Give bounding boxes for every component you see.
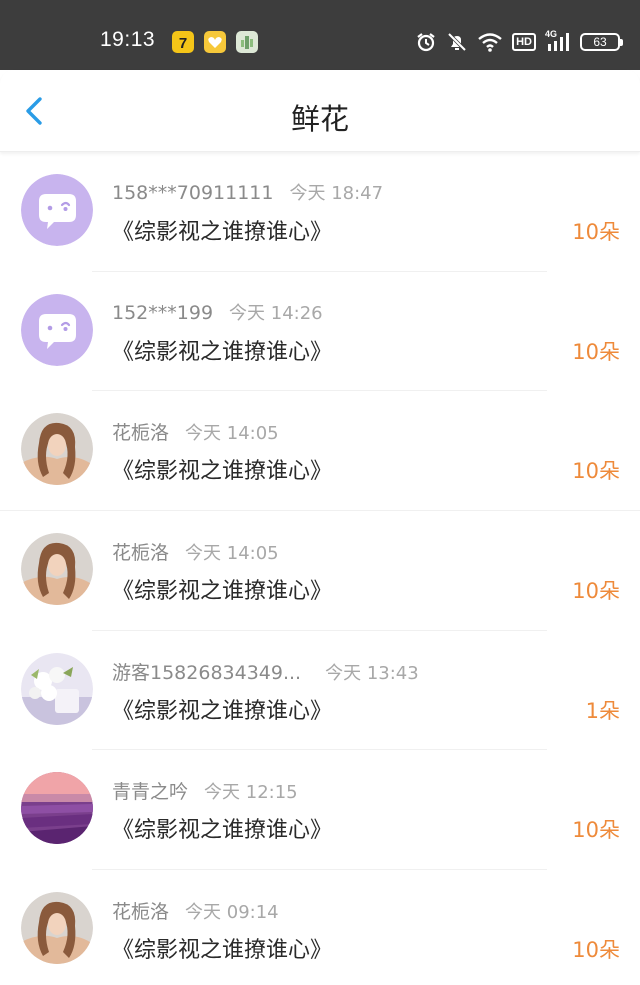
avatar	[21, 174, 93, 246]
app-heart-icon	[204, 31, 226, 53]
list-item[interactable]: 158***70911111 今天 18:47 《综影视之谁撩谁心》 10朵	[0, 152, 640, 272]
list-item[interactable]: 152***199 今天 14:26 《综影视之谁撩谁心》 10朵	[0, 272, 640, 392]
signal-icon: 4G	[545, 29, 571, 53]
book-title: 《综影视之谁撩谁心》	[112, 818, 333, 844]
list-item[interactable]: 青青之吟 今天 12:15 《综影视之谁撩谁心》 10朵	[0, 750, 640, 871]
avatar	[21, 772, 93, 845]
book-title: 《综影视之谁撩谁心》	[112, 339, 333, 365]
user-name: 158***70911111	[112, 182, 274, 204]
book-title: 《综影视之谁撩谁心》	[112, 579, 333, 605]
avatar	[21, 293, 93, 366]
item-meta: 花栀洛 今天 14:05	[112, 418, 279, 445]
flower-amount: 10朵	[572, 818, 620, 843]
item-time: 今天 14:05	[185, 543, 279, 565]
item-meta: 花栀洛 今天 09:14	[112, 897, 279, 924]
default-avatar-icon	[21, 174, 93, 246]
item-time: 今天 14:05	[185, 423, 279, 445]
user-photo-avatar	[21, 413, 93, 486]
list-item[interactable]: 花栀洛 今天 14:05 《综影视之谁撩谁心》 10朵	[0, 391, 640, 512]
item-meta: 游客15826834349... 今天 13:43	[112, 658, 419, 685]
status-time: 19:13	[100, 28, 156, 51]
user-photo-avatar	[21, 892, 93, 965]
avatar	[21, 533, 93, 606]
user-name: 花栀洛	[112, 901, 170, 924]
list-item[interactable]: 花栀洛 今天 09:14 《综影视之谁撩谁心》 10朵	[0, 870, 640, 985]
item-time: 今天 14:26	[229, 302, 323, 324]
flower-amount: 10朵	[572, 220, 620, 244]
list-item[interactable]: 花栀洛 今天 14:05 《综影视之谁撩谁心》 10朵	[0, 511, 640, 631]
default-avatar-icon	[21, 293, 93, 366]
flower-amount: 1朵	[585, 698, 620, 723]
book-title: 《综影视之谁撩谁心》	[112, 220, 333, 245]
battery-icon: 63	[580, 33, 623, 51]
item-meta: 158***70911111 今天 18:47	[112, 179, 383, 205]
flower-amount: 10朵	[572, 579, 620, 604]
avatar	[21, 413, 93, 486]
item-time: 今天 18:47	[289, 183, 384, 204]
header-bar: 鲜花	[0, 70, 640, 152]
app-7-icon: 7	[172, 31, 194, 53]
app-plant-icon	[236, 31, 258, 53]
flower-amount: 10朵	[572, 339, 620, 364]
book-title: 《综影视之谁撩谁心》	[112, 459, 333, 485]
alarm-icon	[417, 33, 435, 52]
user-name: 152***199	[112, 301, 214, 324]
avatar	[21, 652, 93, 725]
user-photo-avatar	[21, 533, 93, 606]
avatar	[21, 892, 93, 965]
mute-bell-icon	[447, 32, 467, 52]
book-title: 《综影视之谁撩谁心》	[112, 698, 333, 724]
flower-amount: 10朵	[572, 938, 620, 963]
lavender-photo-avatar	[21, 772, 93, 845]
list-item[interactable]: 游客15826834349... 今天 13:43 《综影视之谁撩谁心》 1朵	[0, 631, 640, 751]
user-name: 青青之吟	[112, 781, 189, 804]
item-time: 今天 09:14	[185, 902, 279, 924]
item-meta: 152***199 今天 14:26	[112, 299, 323, 325]
flower-amount: 10朵	[572, 459, 620, 484]
wifi-icon	[478, 33, 502, 52]
item-meta: 花栀洛 今天 14:05	[112, 538, 279, 565]
item-meta: 青青之吟 今天 12:15	[112, 777, 298, 804]
flower-list: 158***70911111 今天 18:47 《综影视之谁撩谁心》 10朵 15…	[0, 152, 640, 985]
item-time: 今天 13:43	[325, 662, 419, 684]
user-name: 花栀洛	[112, 422, 170, 445]
user-name: 游客15826834349...	[112, 661, 302, 684]
hd-icon: HD	[512, 33, 536, 51]
svg-text:7: 7	[179, 35, 187, 52]
book-title: 《综影视之谁撩谁心》	[112, 938, 333, 964]
page-title: 鲜花	[290, 102, 349, 136]
flower-photo-avatar	[21, 652, 93, 725]
user-name: 花栀洛	[112, 542, 170, 565]
status-bar: 19:13 7 HD 4G 63	[0, 0, 640, 70]
item-time: 今天 12:15	[204, 782, 298, 804]
